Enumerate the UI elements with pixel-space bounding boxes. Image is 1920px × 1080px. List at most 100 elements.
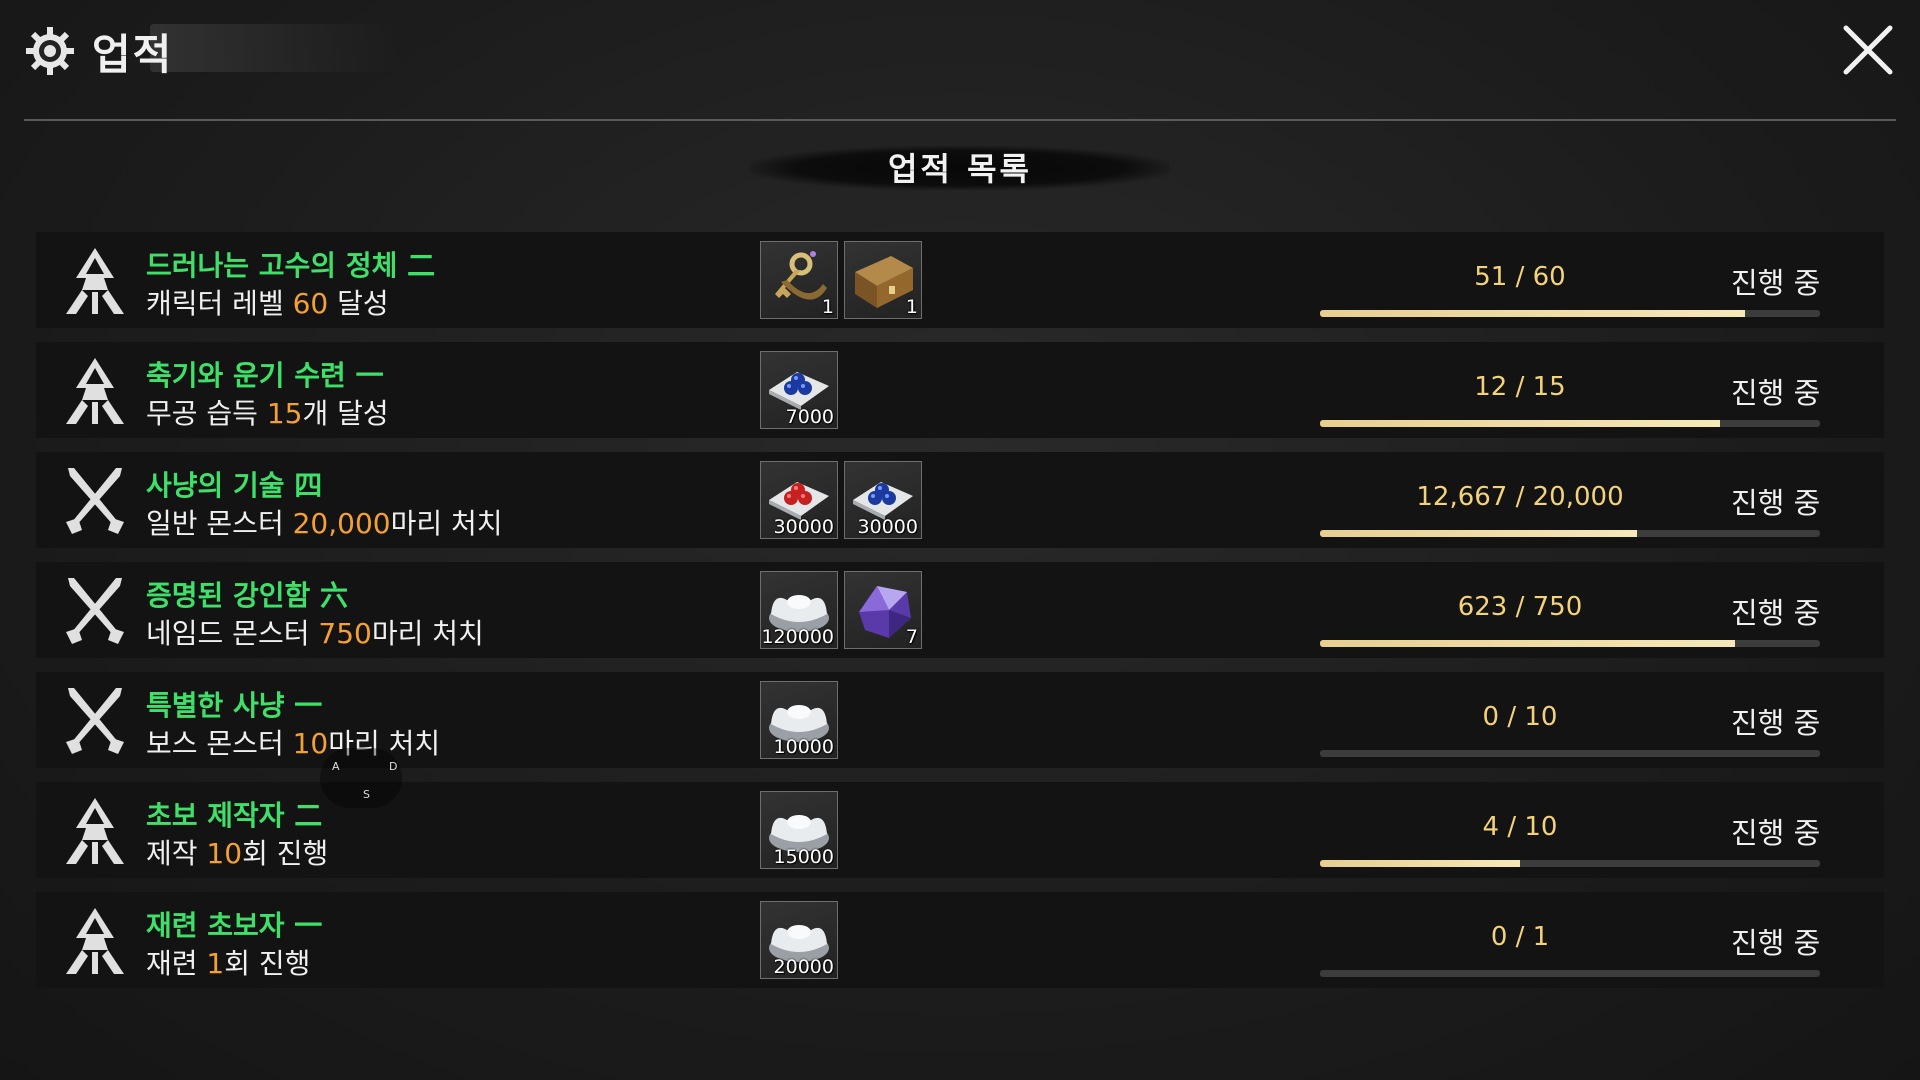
- desc-number: 10: [206, 837, 243, 870]
- status-label: 진행 중: [1731, 926, 1821, 960]
- progress-fill: [1320, 530, 1637, 537]
- reward-quantity: 30000: [773, 516, 834, 538]
- desc-text: 네임드 몬스터: [146, 617, 319, 650]
- desc-text: 제작: [146, 837, 207, 870]
- title-bar: 업적: [24, 22, 173, 80]
- reward-slot[interactable]: 7000: [760, 351, 838, 429]
- desc-number: 10: [292, 727, 329, 760]
- virtual-joystick[interactable]: A D S: [320, 748, 402, 808]
- achievement-row[interactable]: 특별한 사냥 一 보스 몬스터 10마리 처치 10000 0 / 10 진행 중: [36, 672, 1884, 768]
- achievement-name: 초보 제작자 二: [146, 799, 323, 832]
- status-label: 진행 중: [1731, 486, 1821, 520]
- progress-count: 623 / 750: [1457, 592, 1583, 622]
- progress-fill: [1320, 640, 1735, 647]
- achievement-description: 캐릭터 레벨 60 달성: [146, 282, 389, 322]
- desc-number: 15: [266, 397, 303, 430]
- progress-count: 4 / 10: [1482, 812, 1558, 842]
- section-header: 업적 목록: [750, 140, 1170, 192]
- desc-text: 마리 처치: [390, 507, 503, 540]
- desc-number: 750: [318, 617, 372, 650]
- status-label: 진행 중: [1731, 376, 1821, 410]
- joystick-key-d: D: [389, 760, 398, 773]
- achievement-description: 보스 몬스터 10마리 처치: [146, 722, 440, 762]
- progress-fill: [1320, 860, 1520, 867]
- reward-slot[interactable]: 10000: [760, 681, 838, 759]
- achievement-name: 축기와 운기 수련 一: [146, 359, 384, 392]
- progress-count: 51 / 60: [1474, 262, 1566, 292]
- header-divider: [24, 119, 1896, 121]
- close-button[interactable]: [1840, 22, 1896, 78]
- achievement-name: 특별한 사냥 一: [146, 689, 323, 722]
- achievement-description: 무공 습득 15개 달성: [146, 392, 389, 432]
- desc-text: 재련: [146, 947, 207, 980]
- reward-slot[interactable]: 7: [844, 571, 922, 649]
- reward-quantity: 30000: [857, 516, 918, 538]
- progress-bar: [1320, 750, 1820, 757]
- reward-slot[interactable]: 15000: [760, 791, 838, 869]
- joystick-key-a: A: [332, 760, 340, 773]
- desc-text: 마리 처치: [371, 617, 484, 650]
- status-label: 진행 중: [1731, 706, 1821, 740]
- summit-icon: [58, 244, 132, 318]
- reward-list: 30000 30000: [760, 461, 922, 539]
- achievement-name: 사냥의 기술 四: [146, 469, 323, 502]
- reward-slot[interactable]: 1: [844, 241, 922, 319]
- progress-fill: [1320, 310, 1745, 317]
- header: 업적: [0, 0, 1920, 121]
- desc-number: 20,000: [292, 507, 391, 540]
- reward-slot[interactable]: 20000: [760, 901, 838, 979]
- reward-slot[interactable]: 1: [760, 241, 838, 319]
- reward-slot[interactable]: 30000: [760, 461, 838, 539]
- achievement-row[interactable]: 초보 제작자 二 제작 10회 진행 15000 4 / 10 진행 중: [36, 782, 1884, 878]
- crossed-swords-icon: [58, 684, 132, 758]
- progress-count: 12,667 / 20,000: [1416, 482, 1624, 512]
- reward-slot[interactable]: 30000: [844, 461, 922, 539]
- progress-bar: [1320, 970, 1820, 977]
- progress-bar: [1320, 640, 1820, 647]
- progress-bar: [1320, 310, 1820, 317]
- achievement-list: 드러나는 고수의 정체 二 캐릭터 레벨 60 달성 1 1 51 / 60 진행 중 축기…: [36, 232, 1884, 1002]
- progress-count: 0 / 10: [1482, 702, 1558, 732]
- reward-list: 11: [760, 241, 922, 319]
- reward-quantity: 1: [905, 296, 918, 318]
- desc-text: 무공 습득: [146, 397, 267, 430]
- achievement-description: 일반 몬스터 20,000마리 처치: [146, 502, 503, 542]
- desc-text: 일반 몬스터: [146, 507, 293, 540]
- desc-text: 달성: [328, 287, 389, 320]
- progress-count: 0 / 1: [1490, 922, 1550, 952]
- summit-icon: [58, 904, 132, 978]
- desc-text: 캐릭터 레벨: [146, 287, 293, 320]
- achievement-name: 드러나는 고수의 정체 二: [146, 249, 436, 282]
- desc-text: 회 진행: [224, 947, 311, 980]
- joystick-key-s: S: [363, 788, 370, 801]
- progress-fill: [1320, 420, 1720, 427]
- reward-list: 120000 7: [760, 571, 922, 649]
- summit-icon: [58, 354, 132, 428]
- reward-quantity: 1: [821, 296, 834, 318]
- desc-text: 보스 몬스터: [146, 727, 293, 760]
- progress-bar: [1320, 860, 1820, 867]
- status-label: 진행 중: [1731, 816, 1821, 850]
- achievement-row[interactable]: 드러나는 고수의 정체 二 캐릭터 레벨 60 달성 1 1 51 / 60 진행 중: [36, 232, 1884, 328]
- reward-quantity: 7: [905, 626, 918, 648]
- reward-list: 20000: [760, 901, 838, 979]
- section-title: 업적 목록: [888, 150, 1032, 188]
- title-brush-decoration: [150, 24, 400, 72]
- progress-bar: [1320, 420, 1820, 427]
- reward-list: 15000: [760, 791, 838, 869]
- summit-icon: [58, 794, 132, 868]
- achievement-row[interactable]: 재련 초보자 一 재련 1회 진행 20000 0 / 1 진행 중: [36, 892, 1884, 988]
- reward-slot[interactable]: 120000: [760, 571, 838, 649]
- status-label: 진행 중: [1731, 266, 1821, 300]
- achievement-name: 증명된 강인함 六: [146, 579, 349, 612]
- status-label: 진행 중: [1731, 596, 1821, 630]
- reward-quantity: 120000: [761, 626, 834, 648]
- desc-text: 개 달성: [302, 397, 389, 430]
- crossed-swords-icon: [58, 574, 132, 648]
- reward-quantity: 7000: [785, 406, 834, 428]
- achievement-row[interactable]: 사냥의 기술 四 일반 몬스터 20,000마리 처치 30000 30000 12,6…: [36, 452, 1884, 548]
- progress-count: 12 / 15: [1474, 372, 1566, 402]
- achievement-row[interactable]: 축기와 운기 수련 一 무공 습득 15개 달성 7000 12 / 15 진행 중: [36, 342, 1884, 438]
- achievement-row[interactable]: 증명된 강인함 六 네임드 몬스터 750마리 처치 120000 7 623 / 75…: [36, 562, 1884, 658]
- page-title: 업적: [92, 29, 174, 79]
